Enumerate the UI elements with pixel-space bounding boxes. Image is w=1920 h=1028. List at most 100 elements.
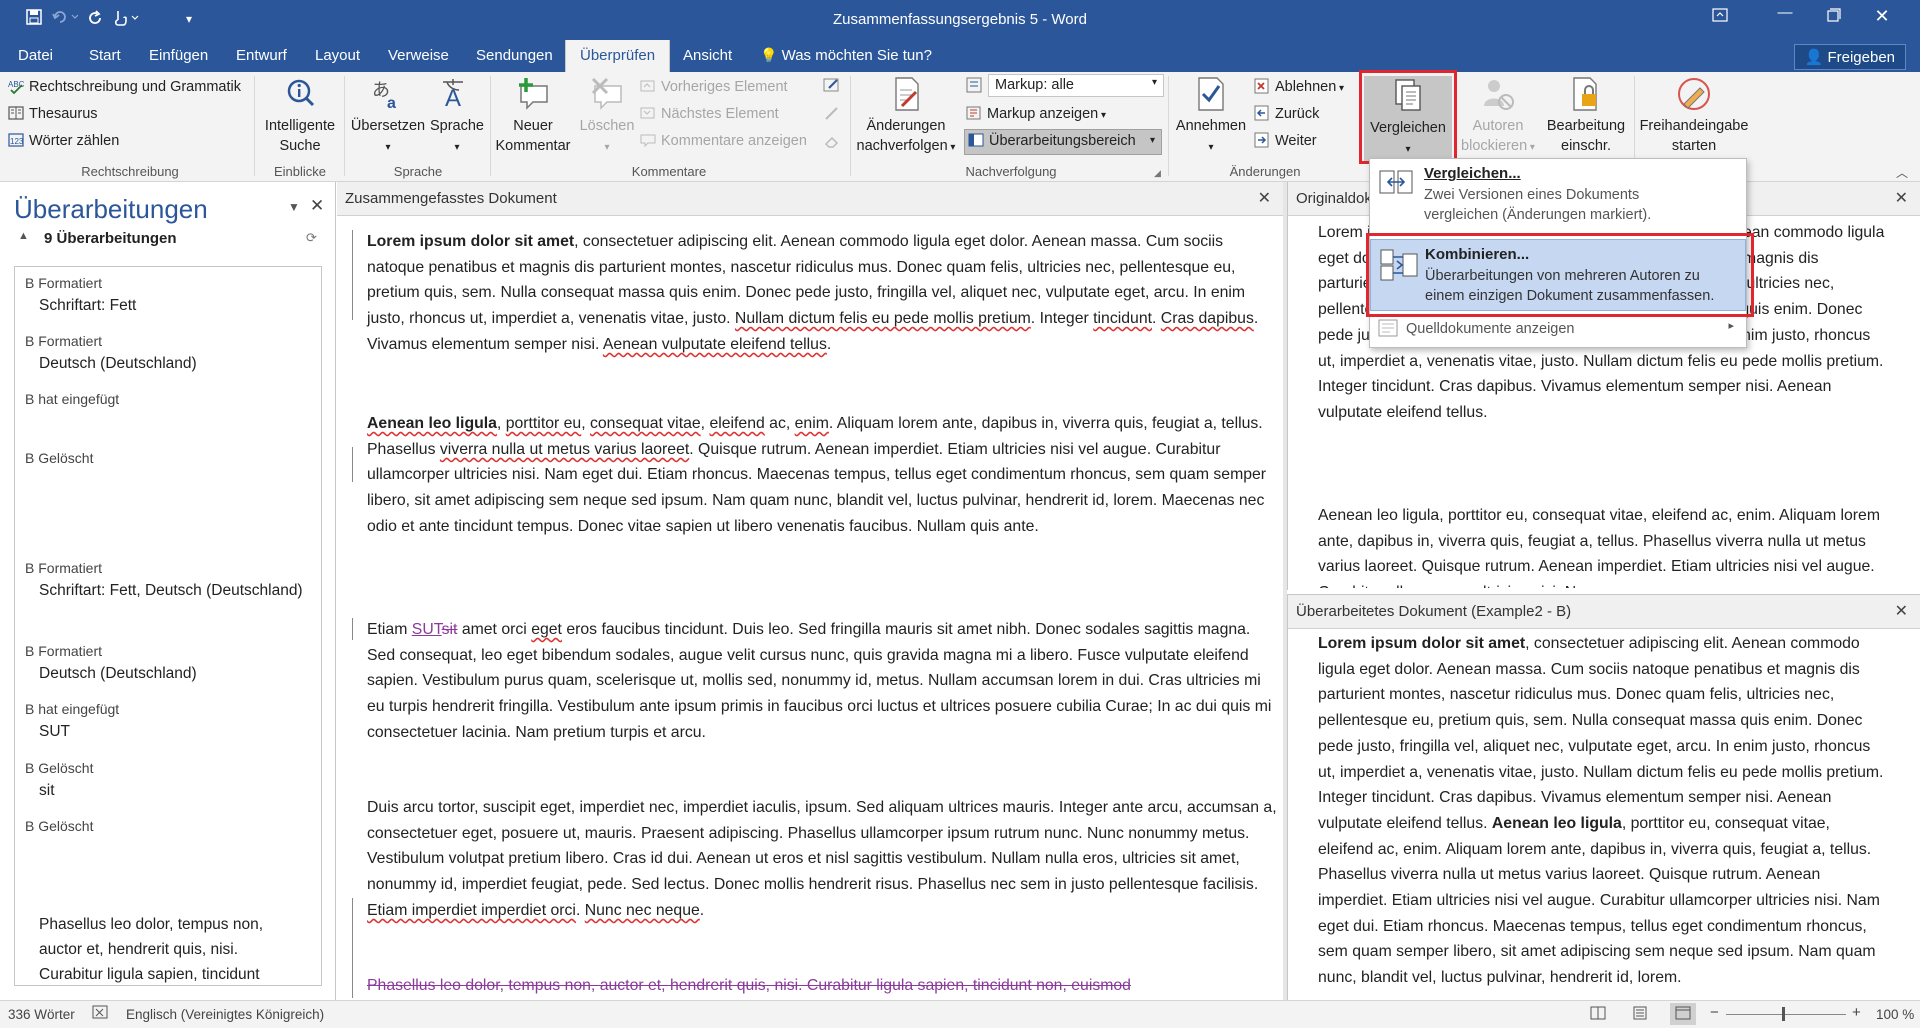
refresh-icon[interactable]: ⟳	[306, 230, 317, 246]
document-paragraph[interactable]: Phasellus leo dolor, tempus non, auctor …	[367, 973, 1277, 999]
zoom-slider[interactable]	[1726, 1014, 1846, 1015]
spelling-error[interactable]: porttitor eu	[506, 415, 582, 432]
collapse-ribbon-icon[interactable]: ︿	[1896, 164, 1908, 181]
pane-options-icon[interactable]: ▼	[288, 200, 300, 214]
proofing-icon[interactable]	[92, 1005, 110, 1024]
markup-select[interactable]: Markup: alle ▾	[988, 74, 1164, 97]
next-change-button[interactable]: Weiter	[1254, 132, 1317, 149]
document-paragraph[interactable]: Aenean leo ligula, porttitor eu, consequ…	[367, 411, 1277, 540]
spelling-error[interactable]: Aenean vulputate eleifend tellus	[603, 336, 827, 353]
zoom-slider-thumb[interactable]	[1782, 1007, 1785, 1021]
spelling-error[interactable]: Etiam imperdiet imperdiet orci	[367, 902, 576, 919]
translate-button[interactable]: あa Übersetzen ▾	[348, 76, 428, 158]
revision-item[interactable]: B Formatiert Schriftart: Fett, Deutsch (…	[25, 560, 315, 603]
reject-button[interactable]: Ablehnen ▾	[1254, 78, 1344, 95]
previous-change-button[interactable]: Zurück	[1254, 105, 1319, 122]
minimize-icon[interactable]: —	[1765, 4, 1805, 21]
zoom-in-icon[interactable]: +	[1852, 1004, 1861, 1021]
revisions-list[interactable]: B Formatiert Schriftart: Fett B Formatie…	[14, 266, 322, 986]
revision-item[interactable]: B Formatiert Schriftart: Fett	[25, 275, 315, 318]
revision-item[interactable]: B hat eingefügt SUT	[25, 701, 315, 744]
tab-ansicht[interactable]: Ansicht	[683, 47, 732, 64]
document-paragraph[interactable]: Aenean leo ligula, porttitor eu, consequ…	[1318, 503, 1888, 588]
spelling-error[interactable]: eleifend	[709, 415, 764, 432]
close-icon[interactable]: ✕	[1895, 601, 1908, 621]
tab-verweise[interactable]: Verweise	[388, 47, 449, 64]
close-icon[interactable]: ✕	[1862, 6, 1902, 27]
show-comments-button[interactable]: Kommentare anzeigen	[640, 132, 807, 149]
tell-me-box[interactable]: 💡 Was möchten Sie tun?	[760, 47, 932, 64]
document-paragraph[interactable]: Lorem ipsum dolor sit amet, consectetuer…	[367, 229, 1277, 358]
spelling-error[interactable]: eget	[531, 621, 562, 638]
spelling-error[interactable]: consequat vitae	[590, 415, 701, 432]
bold-text: Lorem ipsum dolor sit amet	[1318, 635, 1526, 652]
spelling-label: Rechtschreibung und Grammatik	[29, 79, 241, 95]
share-button[interactable]: 👤 Freigeben	[1793, 44, 1906, 70]
ribbon-display-icon[interactable]	[1700, 8, 1740, 26]
document-paragraph[interactable]: Lorem ipsum dolor sit amet, consectetuer…	[1318, 631, 1888, 991]
revision-item[interactable]: B hat eingefügt	[25, 391, 315, 409]
tab-entwurf[interactable]: Entwurf	[236, 47, 287, 64]
tab-einfuegen[interactable]: Einfügen	[149, 47, 208, 64]
next-comment-button[interactable]: Nächstes Element	[640, 105, 779, 122]
inserted-text[interactable]: SUT	[412, 621, 442, 638]
dialog-launcher-icon[interactable]: ◢	[1154, 168, 1161, 179]
tab-ueberpruefen[interactable]: Überprüfen	[565, 40, 671, 72]
block-authors-button[interactable]: Autoren blockieren ▾	[1456, 76, 1540, 158]
smart-lookup-button[interactable]: Intelligente Suche	[260, 76, 340, 156]
menu-item-compare[interactable]: Vergleichen... Zwei Versionen eines Doku…	[1370, 165, 1746, 229]
show-markup-button[interactable]: Markup anzeigen ▾	[966, 105, 1106, 122]
revision-item[interactable]: B Formatiert Deutsch (Deutschland)	[25, 643, 315, 686]
revision-item[interactable]: B Gelöscht	[25, 818, 315, 836]
collapse-icon[interactable]: ▲	[18, 230, 29, 242]
zoom-out-icon[interactable]: −	[1710, 1004, 1719, 1021]
thesaurus-button[interactable]: Thesaurus	[8, 105, 98, 122]
ink-comment-icon[interactable]	[823, 76, 841, 97]
track-changes-button[interactable]: Änderungen nachverfolgen ▾	[856, 76, 956, 158]
restrict-editing-button[interactable]: Bearbeitung einschr.	[1540, 76, 1632, 156]
close-icon[interactable]: ✕	[1258, 188, 1271, 208]
tab-start[interactable]: Start	[89, 47, 121, 64]
delete-comment-button[interactable]: Löschen ▾	[574, 76, 640, 158]
word-count-status[interactable]: 336 Wörter	[8, 1007, 75, 1022]
new-comment-button[interactable]: Neuer Kommentar	[492, 76, 574, 156]
tab-datei[interactable]: Datei	[18, 47, 53, 64]
spelling-error[interactable]: enim	[795, 415, 829, 432]
revision-item[interactable]: B Formatiert Deutsch (Deutschland)	[25, 333, 315, 376]
web-layout-icon[interactable]	[1670, 1003, 1696, 1025]
close-pane-icon[interactable]: ✕	[310, 196, 324, 216]
menu-item-source-documents[interactable]: Quelldokumente anzeigen ▸	[1370, 315, 1746, 343]
revision-item[interactable]: B Gelöscht	[25, 450, 315, 468]
language-status[interactable]: Englisch (Vereinigtes Königreich)	[126, 1007, 324, 1022]
spelling-error[interactable]: Nullam dictum felis eu pede mollis preti…	[735, 310, 1031, 327]
document-paragraph[interactable]: Duis arcu tortor, suscipit eget, imperdi…	[367, 795, 1277, 924]
document-paragraph[interactable]: Etiam SUTsit amet orci eget eros faucibu…	[367, 617, 1277, 746]
close-icon[interactable]: ✕	[1895, 188, 1908, 208]
maximize-icon[interactable]	[1814, 8, 1854, 26]
spelling-error[interactable]: tincidunt	[1093, 310, 1152, 327]
accept-button[interactable]: Annehmen ▾	[1170, 76, 1252, 158]
spelling-error[interactable]: Cras dapibus	[1161, 310, 1254, 327]
read-mode-icon[interactable]	[1590, 1006, 1606, 1023]
revision-item[interactable]: B Gelöscht sit	[25, 760, 315, 803]
start-inking-button[interactable]: Freihandeingabe starten	[1636, 76, 1752, 156]
text-run: .	[826, 335, 832, 353]
pen-icon[interactable]	[823, 104, 841, 125]
eraser-icon[interactable]	[823, 132, 841, 153]
previous-comment-button[interactable]: Vorheriges Element	[640, 78, 788, 95]
deleted-text[interactable]: sit	[442, 621, 458, 638]
print-layout-icon[interactable]	[1632, 1006, 1648, 1023]
reviewing-pane-button[interactable]: Überarbeitungsbereich ▾	[964, 129, 1162, 155]
revisions-pane: Überarbeitungen ▼ ✕ ▲ 9 Überarbeitungen …	[0, 182, 336, 1000]
spelling-error[interactable]: viverra nulla ut metus varius laoreet	[440, 441, 689, 458]
restrict-editing-label-1: Bearbeitung	[1546, 118, 1626, 134]
spelling-error[interactable]: Nunc nec neque	[585, 902, 700, 919]
deleted-text[interactable]: Phasellus leo dolor, tempus non, auctor …	[367, 977, 1131, 994]
tab-layout[interactable]: Layout	[315, 47, 360, 64]
tab-sendungen[interactable]: Sendungen	[476, 47, 553, 64]
language-button[interactable]: A Sprache ▾	[426, 76, 488, 158]
word-count-button[interactable]: 123 Wörter zählen	[8, 132, 119, 149]
zoom-level[interactable]: 100 %	[1876, 1007, 1914, 1022]
spelling-grammar-button[interactable]: ABC Rechtschreibung und Grammatik	[8, 78, 241, 95]
smart-lookup-label-2: Suche	[279, 138, 321, 154]
